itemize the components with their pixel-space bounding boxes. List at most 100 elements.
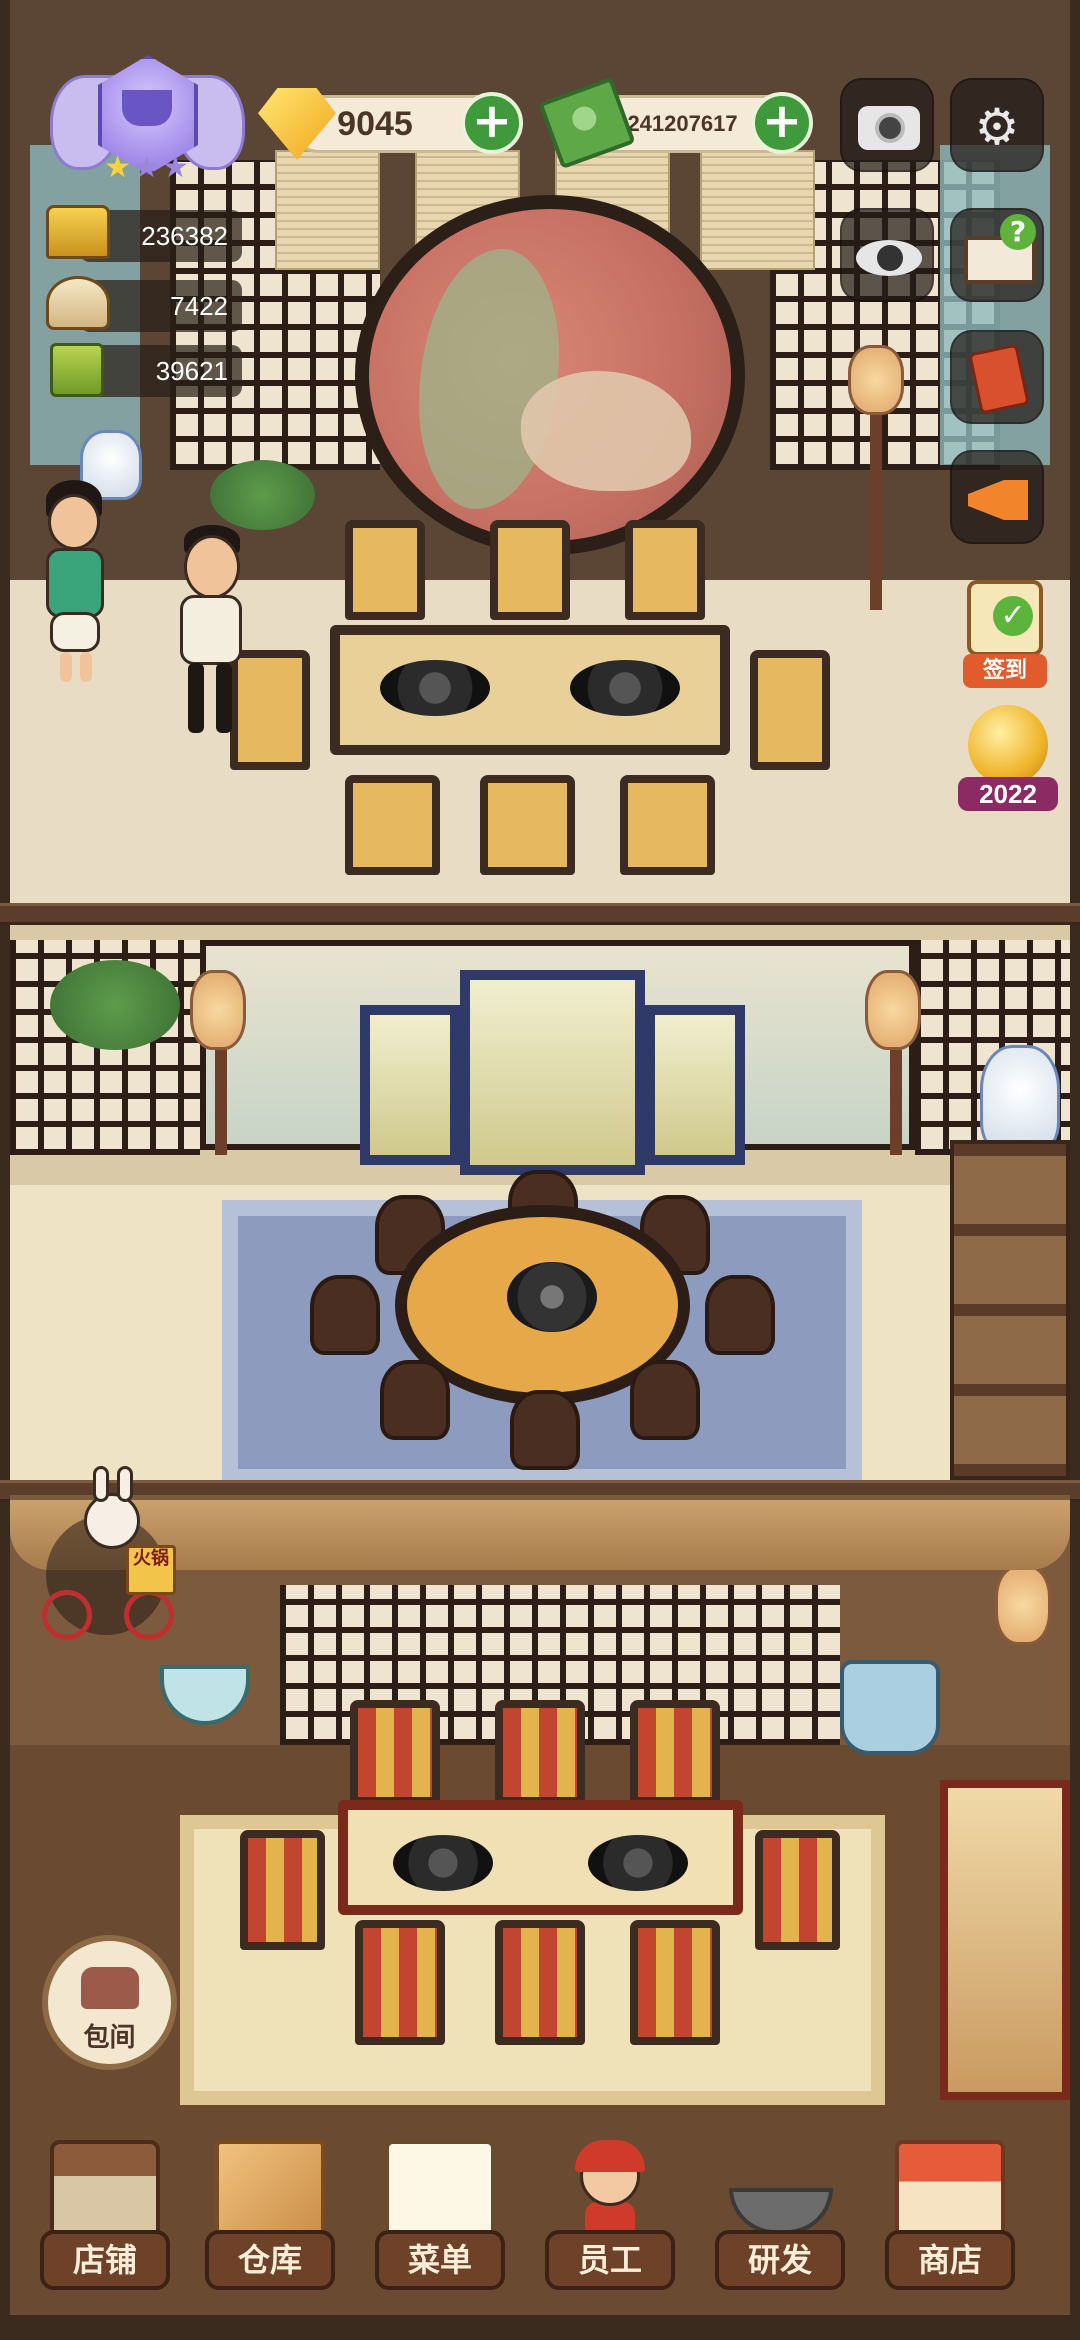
hotpot-table[interactable] — [330, 625, 730, 755]
nav-staff[interactable]: 员工 — [535, 2130, 685, 2330]
announcement-button[interactable] — [950, 450, 1044, 544]
hotpot-burner — [507, 1262, 597, 1332]
round-stool[interactable] — [705, 1275, 775, 1355]
red-gold-chair[interactable] — [240, 1830, 325, 1950]
hotpot-burner — [393, 1835, 493, 1891]
private-room-label: 包间 — [83, 2023, 136, 2053]
round-stool[interactable] — [630, 1360, 700, 1440]
nav-warehouse-label: 仓库 — [205, 2230, 335, 2290]
bunny-ear — [93, 1466, 109, 1502]
folding-screen-panel — [645, 1005, 745, 1165]
megaphone-icon — [968, 480, 1028, 520]
stat-gold-value: 236382 — [141, 221, 228, 251]
dining-chair[interactable] — [750, 650, 830, 770]
settings-gear-icon: ⚙ — [974, 98, 1020, 156]
display-cabinet[interactable] — [940, 1780, 1070, 2100]
lamp-stand — [870, 390, 882, 610]
floor-lantern[interactable] — [190, 970, 246, 1050]
nav-store-label: 商店 — [885, 2230, 1015, 2290]
private-room-button[interactable]: 包间 — [42, 1935, 177, 2070]
folding-screen-panel — [360, 1005, 460, 1165]
camera-button[interactable] — [840, 78, 934, 172]
add-cash-button[interactable]: + — [751, 92, 813, 154]
dining-chair[interactable] — [620, 775, 715, 875]
checkmark-icon: ✓ — [993, 596, 1033, 636]
bottom-navigation: 店铺 仓库 菜单 员工 研发 商店 — [0, 2130, 1080, 2340]
nav-warehouse[interactable]: 仓库 — [195, 2130, 345, 2330]
hotpot-burner — [380, 660, 490, 716]
hotpot-burner — [570, 660, 680, 716]
side-shelf[interactable] — [950, 1140, 1070, 1480]
gold-pot-icon — [46, 205, 110, 259]
floor-divider — [0, 903, 1080, 925]
dining-chair[interactable] — [490, 520, 570, 620]
delivery-rider-button[interactable]: 火锅 — [36, 1466, 186, 1655]
bunny-ear — [117, 1466, 133, 1502]
view-toggle-button[interactable] — [840, 208, 934, 302]
hanging-lantern[interactable] — [995, 1565, 1051, 1645]
red-gold-chair[interactable] — [350, 1700, 440, 1805]
blue-white-vase[interactable] — [980, 1045, 1060, 1155]
nav-shop-label: 店铺 — [40, 2230, 170, 2290]
moon-gate-painting — [355, 195, 745, 555]
stat-recipes-value: 39621 — [155, 356, 228, 386]
checkin-label: 签到 — [963, 654, 1047, 688]
nav-shop[interactable]: 店铺 — [30, 2130, 180, 2330]
red-gold-chair[interactable] — [630, 1920, 720, 2045]
red-gold-chair[interactable] — [495, 1920, 585, 2045]
stat-dishes-value: 7422 — [170, 291, 228, 321]
brush-pot[interactable] — [840, 1660, 940, 1755]
lotus-bowl[interactable] — [160, 1665, 250, 1725]
event-2022-button[interactable]: 2022 — [958, 705, 1058, 815]
clipboard-icon: ✓ — [967, 580, 1043, 656]
red-gold-chair[interactable] — [630, 1700, 720, 1805]
dining-chair[interactable] — [345, 775, 440, 875]
star-icon: ★ — [161, 150, 191, 185]
round-stool[interactable] — [510, 1390, 580, 1470]
red-book-icon — [968, 343, 1030, 415]
red-gold-chair[interactable] — [495, 1700, 585, 1805]
recipe-book-icon — [50, 343, 104, 397]
bamboo-blind — [700, 150, 815, 270]
round-stool[interactable] — [380, 1360, 450, 1440]
nav-store[interactable]: 商店 — [875, 2130, 1025, 2330]
add-gems-button[interactable]: + — [461, 92, 523, 154]
rank-badge[interactable]: ★★★ — [50, 55, 245, 190]
customer-walking[interactable] — [170, 525, 260, 745]
red-gold-chair[interactable] — [355, 1920, 445, 2045]
customer-tourist[interactable] — [38, 480, 118, 690]
floor-lantern[interactable] — [848, 345, 904, 415]
dining-chair[interactable] — [345, 520, 425, 620]
bonsai-plant[interactable] — [50, 960, 180, 1050]
rock-painting — [521, 371, 691, 491]
daily-checkin-button[interactable]: ✓ 签到 — [955, 580, 1055, 692]
settings-button[interactable]: ⚙ — [950, 78, 1044, 172]
bunny-rider-icon — [84, 1466, 140, 1549]
journal-button[interactable] — [950, 330, 1044, 424]
nav-research[interactable]: 研发 — [705, 2130, 855, 2330]
rank-stars: ★★★ — [50, 150, 245, 185]
bike-wheel — [42, 1590, 92, 1640]
bamboo-blind — [275, 150, 380, 270]
eye-pupil — [877, 245, 903, 271]
round-stool[interactable] — [310, 1275, 380, 1355]
star-icon: ★ — [104, 150, 134, 185]
camera-lens — [875, 113, 905, 143]
cooking-pot-icon — [122, 90, 172, 126]
stat-recipes[interactable]: 39621 — [80, 345, 242, 397]
dining-chair[interactable] — [480, 775, 575, 875]
floor-lantern[interactable] — [865, 970, 921, 1050]
banana-leaf-painting — [419, 249, 559, 509]
nav-research-label: 研发 — [715, 2230, 845, 2290]
red-gold-chair[interactable] — [755, 1830, 840, 1950]
banquet-hotpot-table[interactable] — [338, 1800, 743, 1915]
nav-menu-label: 菜单 — [375, 2230, 505, 2290]
sofa-icon — [81, 1967, 139, 2009]
question-mark-icon: ? — [1000, 214, 1036, 250]
nav-menu[interactable]: 菜单 — [365, 2130, 515, 2330]
bonsai-plant[interactable] — [210, 460, 315, 530]
hotpot-burner — [588, 1835, 688, 1891]
dining-chair[interactable] — [625, 520, 705, 620]
hotpot-delivery-box: 火锅 — [126, 1545, 176, 1595]
help-button[interactable]: ? — [950, 208, 1044, 302]
